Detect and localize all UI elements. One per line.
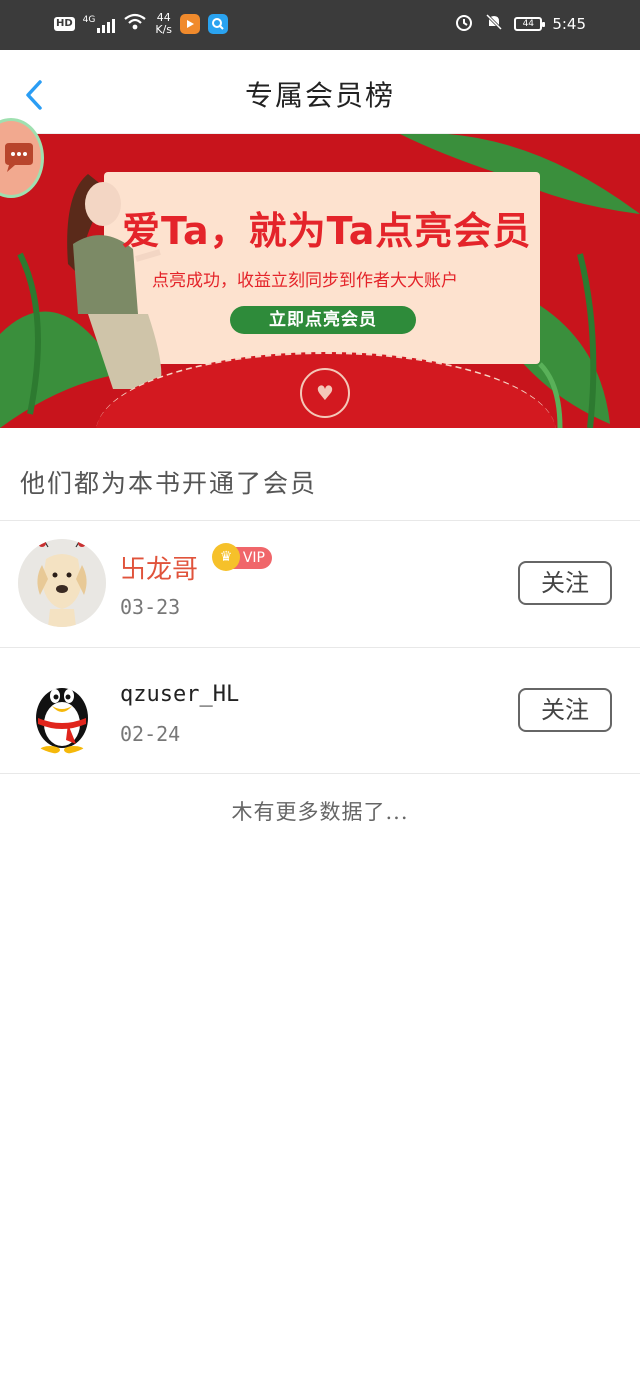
status-bar-right: 44 5:45 — [454, 12, 586, 36]
banner-subtitle: 点亮成功，收益立刻同步到作者大大账户 — [152, 271, 458, 291]
wifi-icon — [123, 13, 147, 35]
alarm-icon — [454, 12, 474, 36]
video-app-icon — [180, 14, 201, 34]
member-date: 02-24 — [120, 722, 181, 746]
crown-icon: ♛ — [212, 543, 240, 571]
member-name[interactable]: qzuser_HL — [120, 682, 239, 707]
nav-bar: 专属会员榜 — [0, 50, 640, 134]
vip-badge: ♛ VIP — [212, 543, 272, 571]
penguin-avatar-image — [36, 688, 88, 754]
dog-avatar-image — [18, 539, 106, 627]
chat-icon — [5, 143, 33, 172]
search-app-icon — [208, 14, 229, 34]
member-row: qzuser_HL 02-24 关注 — [0, 648, 640, 774]
member-date: 03-23 — [120, 595, 181, 619]
page-title: 专属会员榜 — [244, 79, 395, 112]
status-bar-left: HD 4G 44 K/s — [54, 12, 229, 36]
follow-button[interactable]: 关注 — [518, 688, 612, 732]
signal-icon: 4G — [83, 15, 116, 33]
no-more-data-text: 木有更多数据了... — [231, 800, 409, 824]
member-name[interactable]: 卐龙哥 — [120, 549, 198, 586]
net-speed-unit: K/s — [155, 23, 173, 36]
battery-icon: 44 — [514, 17, 546, 31]
status-bar: HD 4G 44 K/s 44 5:45 — [0, 0, 640, 50]
net-speed: 44 K/s — [155, 12, 172, 36]
clock: 5:45 — [552, 15, 586, 33]
bell-off-icon — [484, 12, 504, 36]
avatar[interactable] — [18, 666, 106, 754]
network-type: 4G — [82, 15, 96, 25]
promo-banner[interactable]: 爱Ta，就为Ta点亮会员 点亮成功，收益立刻同步到作者大大账户 立即点亮会员 ♥ — [0, 134, 640, 428]
vip-label: VIP — [242, 550, 265, 566]
light-up-member-button[interactable]: 立即点亮会员 — [230, 306, 416, 334]
member-row: 卐龙哥 ♛ VIP 03-23 关注 — [0, 521, 640, 647]
divider — [0, 773, 640, 774]
avatar[interactable] — [18, 539, 106, 627]
follow-button[interactable]: 关注 — [518, 561, 612, 605]
section-title: 他们都为本书开通了会员 — [20, 469, 318, 498]
banner-headline: 爱Ta，就为Ta点亮会员 — [122, 209, 532, 253]
hd-badge: HD — [54, 17, 75, 31]
heart-seal-icon: ♥ — [300, 368, 350, 418]
